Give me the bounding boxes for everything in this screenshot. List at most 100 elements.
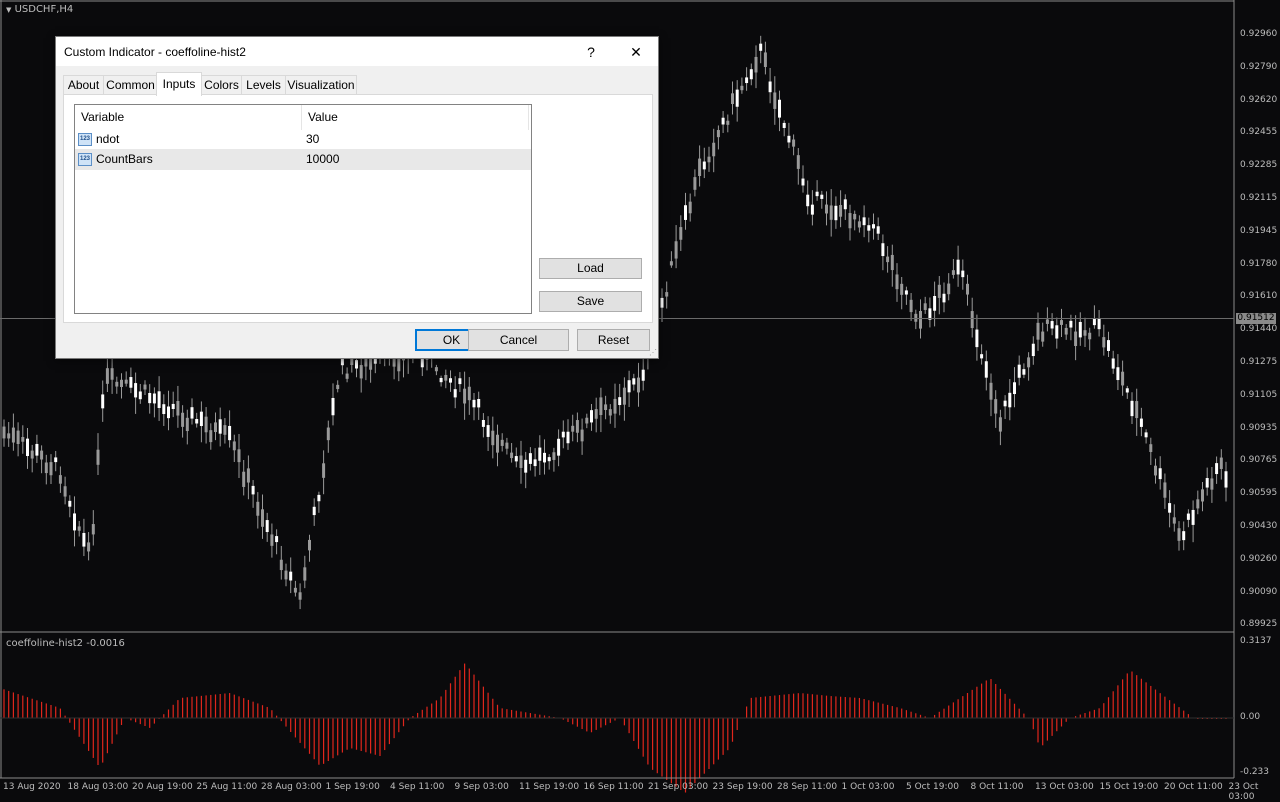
symbol-label[interactable]: ▼ USDCHF,H4	[6, 4, 73, 15]
candle-body	[548, 457, 551, 461]
candle-body	[1154, 466, 1157, 476]
tab-about[interactable]: About	[63, 75, 104, 95]
cancel-button[interactable]: Cancel	[468, 329, 569, 351]
candle-body	[1046, 319, 1049, 323]
candle-body	[1004, 401, 1007, 407]
tab-levels[interactable]: Levels	[241, 75, 286, 95]
candle-body	[552, 452, 555, 460]
candle-body	[881, 243, 884, 256]
candle-body	[642, 370, 645, 381]
price-tick-label: 0.92960	[1240, 29, 1277, 39]
tab-visualization[interactable]: Visualization	[285, 75, 357, 95]
candle-body	[980, 354, 983, 358]
candle-body	[820, 195, 823, 199]
candle-body	[31, 451, 34, 459]
candle-body	[233, 441, 236, 450]
candle-body	[863, 217, 866, 225]
candle-body	[200, 412, 203, 426]
price-tick-label: 0.90260	[1240, 554, 1277, 564]
terminal-window: ▼ USDCHF,H4 coeffoline-hist2 -0.0016 0.9…	[0, 0, 1280, 800]
candle-body	[693, 177, 696, 190]
candle-body	[463, 389, 466, 404]
candle-body	[994, 399, 997, 413]
help-icon[interactable]: ?	[577, 42, 605, 62]
variable-value[interactable]: 30	[306, 130, 319, 149]
price-tick-label: 0.91780	[1240, 259, 1277, 269]
candle-body	[999, 417, 1002, 431]
candle-body	[703, 162, 706, 170]
tab-common[interactable]: Common	[103, 75, 158, 95]
candle-body	[750, 69, 753, 79]
candle-body	[59, 475, 62, 484]
time-tick-label: 15 Oct 19:00	[1100, 782, 1159, 792]
candle-body	[689, 202, 692, 214]
candle-body	[247, 468, 250, 482]
variable-name: ndot	[96, 130, 119, 149]
candle-body	[1008, 393, 1011, 407]
candle-body	[1013, 382, 1016, 394]
candle-body	[830, 205, 833, 219]
column-header-value[interactable]: Value	[302, 105, 529, 130]
candle-body	[797, 155, 800, 169]
candle-body	[665, 292, 668, 296]
candle-body	[726, 121, 729, 125]
candle-body	[458, 378, 461, 384]
inputs-grid[interactable]: Variable Value 123 ndot 30 123 CountBars…	[74, 104, 532, 314]
candle-body	[1126, 388, 1129, 392]
candle-body	[7, 433, 10, 438]
candle-body	[1074, 332, 1077, 346]
variable-value[interactable]: 10000	[306, 150, 339, 169]
candle-body	[905, 290, 908, 294]
resize-grip-icon[interactable]: ⋰	[649, 349, 657, 357]
candle-body	[628, 380, 631, 392]
time-tick-label: 23 Oct 03:00	[1229, 782, 1280, 802]
save-button[interactable]: Save	[539, 291, 642, 312]
candle-body	[740, 86, 743, 90]
candle-body	[957, 260, 960, 275]
variable-name: CountBars	[96, 150, 153, 169]
candle-body	[280, 560, 283, 570]
candle-body	[679, 227, 682, 240]
tab-colors[interactable]: Colors	[201, 75, 242, 95]
candle-body	[731, 93, 734, 104]
candle-body	[769, 82, 772, 93]
candle-body	[839, 205, 842, 217]
candle-body	[35, 444, 38, 456]
candle-body	[529, 453, 532, 464]
candle-body	[764, 52, 767, 67]
candle-body	[623, 388, 626, 405]
column-header-variable[interactable]: Variable	[75, 105, 302, 130]
indicator-label: coeffoline-hist2 -0.0016	[6, 638, 125, 649]
candle-body	[1149, 444, 1152, 452]
table-row[interactable]: 123 CountBars 10000	[75, 150, 531, 170]
time-tick-label: 1 Oct 03:00	[842, 782, 895, 792]
candle-body	[947, 284, 950, 295]
dialog-titlebar[interactable]: Custom Indicator - coeffoline-hist2 ? ✕	[56, 37, 658, 66]
candle-body	[1225, 471, 1228, 487]
candle-body	[1088, 333, 1091, 340]
candle-body	[12, 428, 15, 443]
candle-body	[834, 206, 837, 220]
reset-button[interactable]: Reset	[577, 329, 650, 351]
candle-body	[97, 450, 100, 465]
candle-body	[787, 136, 790, 143]
candle-body	[1182, 531, 1185, 540]
candle-body	[1069, 321, 1072, 328]
table-row[interactable]: 123 ndot 30	[75, 130, 531, 150]
candle-body	[444, 375, 447, 381]
candle-body	[1051, 321, 1054, 328]
candle-body	[435, 367, 438, 371]
candle-body	[1018, 365, 1021, 378]
close-icon[interactable]: ✕	[622, 42, 650, 62]
candle-body	[975, 330, 978, 348]
tab-inputs[interactable]: Inputs	[156, 72, 202, 96]
candle-body	[1220, 458, 1223, 469]
candle-body	[520, 456, 523, 468]
candle-body	[1022, 369, 1025, 375]
indicator-histogram	[4, 664, 1226, 793]
time-tick-label: 28 Aug 03:00	[261, 782, 322, 792]
load-button[interactable]: Load	[539, 258, 642, 279]
candle-body	[806, 195, 809, 207]
candle-body	[252, 486, 255, 494]
candle-body	[618, 397, 621, 405]
